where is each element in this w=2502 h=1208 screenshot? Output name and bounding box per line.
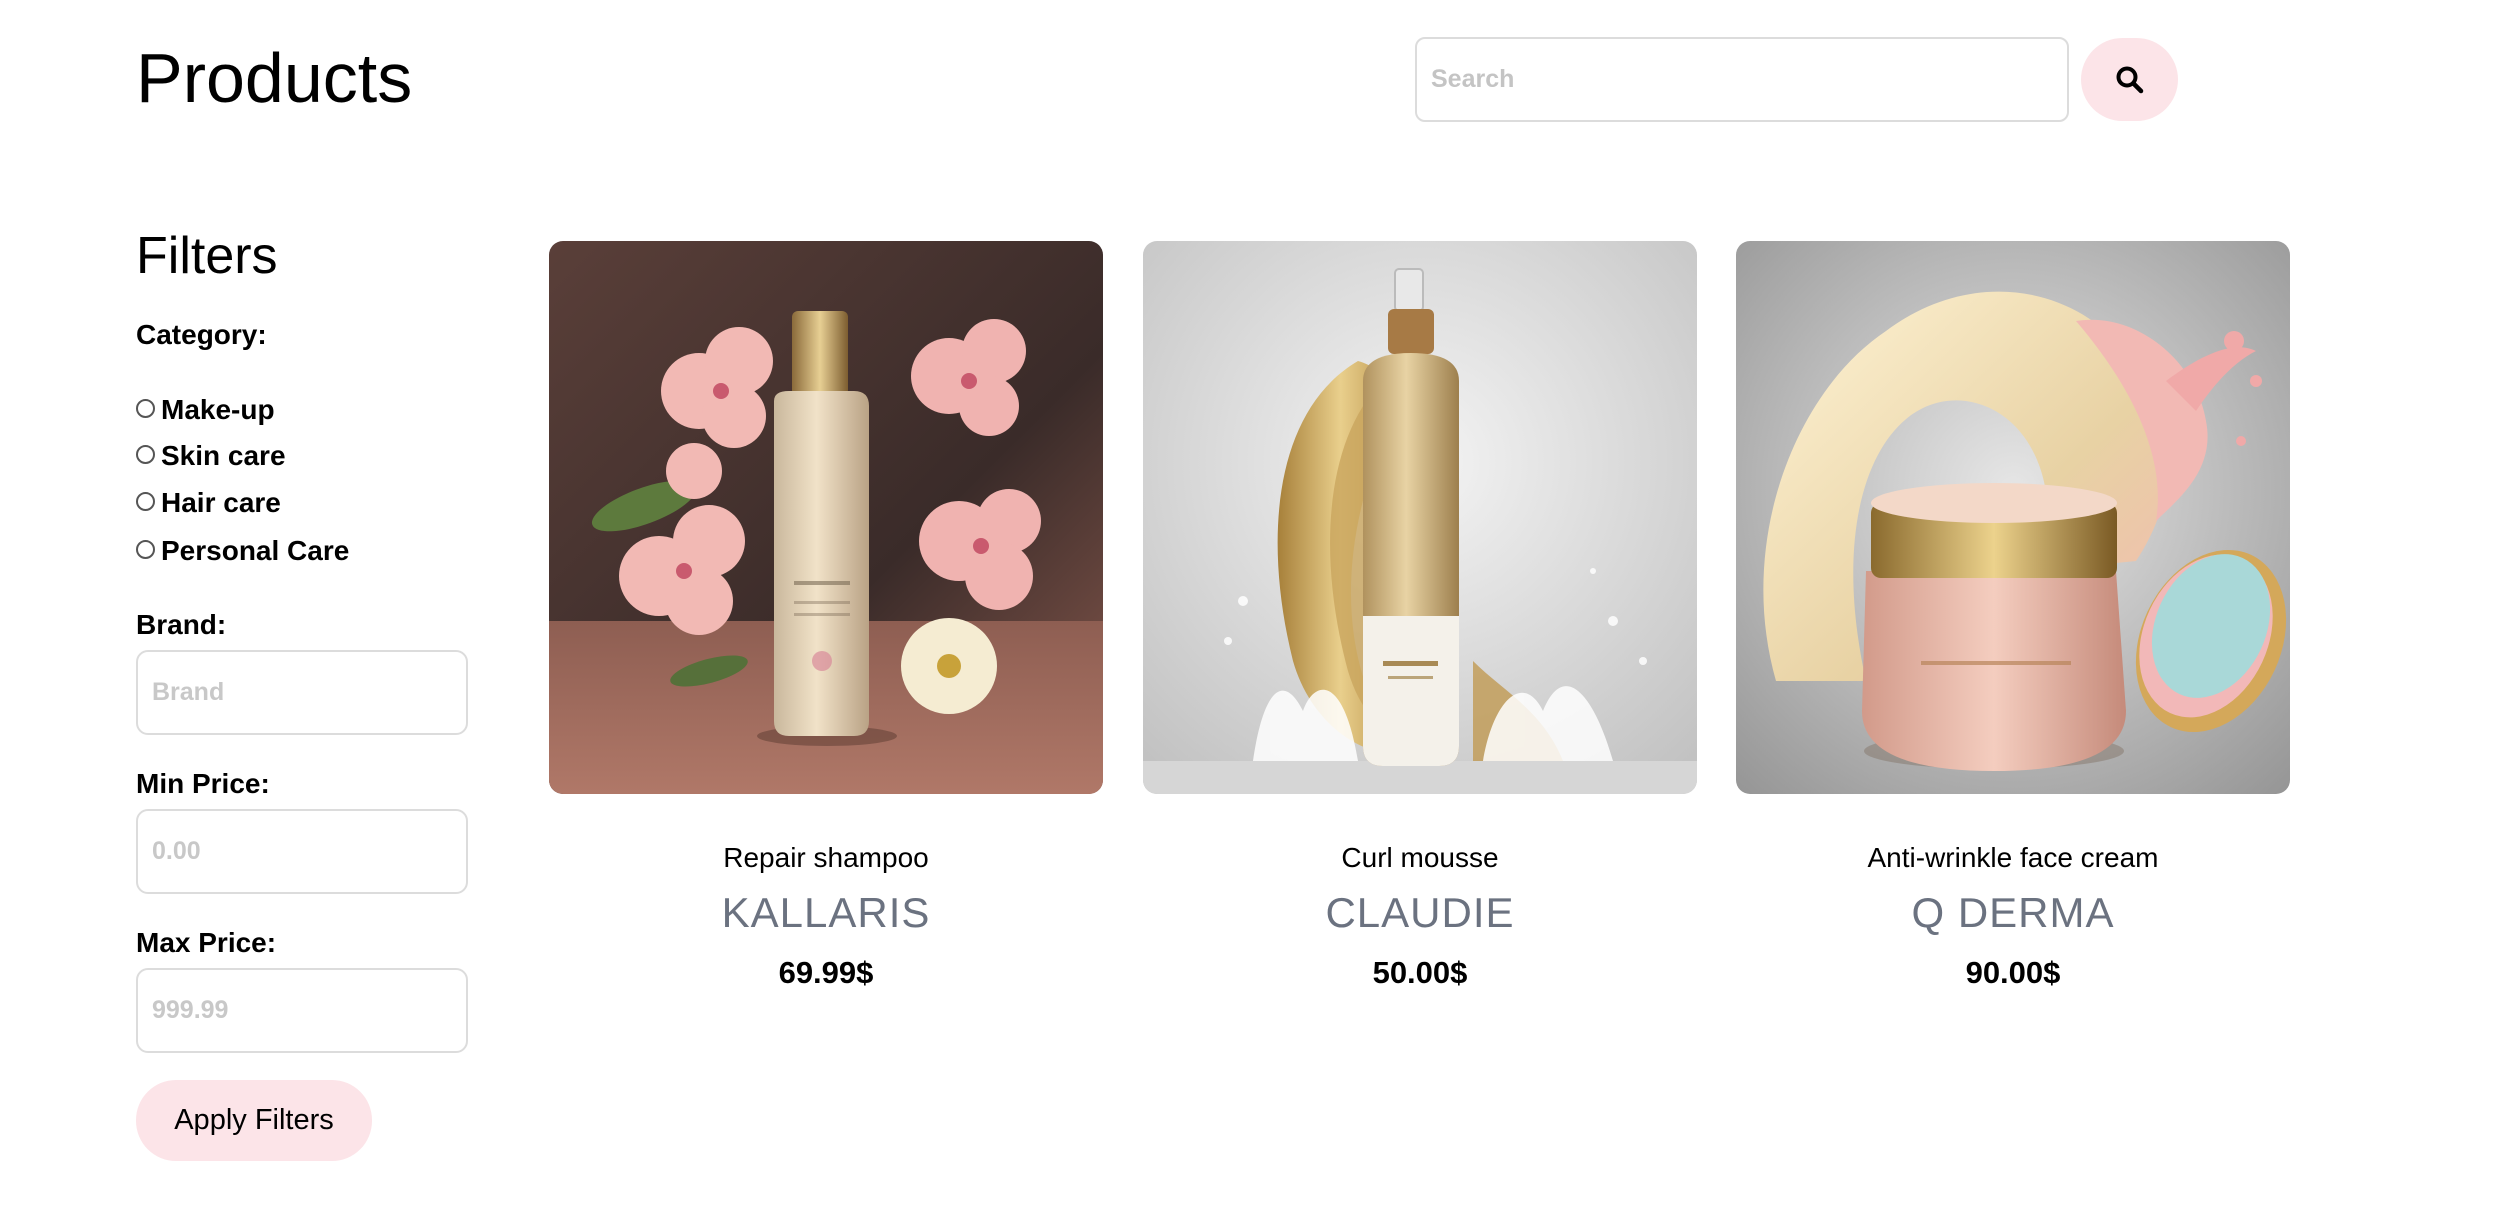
- brand-input[interactable]: [136, 650, 468, 735]
- product-brand: Q DERMA: [1911, 889, 2115, 936]
- category-option-hair-care[interactable]: Hair care: [136, 485, 281, 521]
- product-card[interactable]: Repair shampoo KALLARIS 69.99$: [549, 241, 1103, 990]
- search-input[interactable]: [1415, 37, 2069, 122]
- category-option-skin-care[interactable]: Skin care: [136, 438, 286, 474]
- product-image-face-cream[interactable]: [1736, 241, 2290, 794]
- radio-button[interactable]: [136, 491, 155, 511]
- radio-button[interactable]: [136, 539, 155, 559]
- apply-filters-button[interactable]: Apply Filters: [136, 1080, 372, 1161]
- category-option-label: Personal Care: [161, 535, 350, 566]
- filters-title: Filters: [136, 227, 278, 285]
- category-option-label: Hair care: [161, 487, 281, 518]
- category-option-label: Skin care: [161, 440, 286, 471]
- product-price: 69.99$: [778, 955, 874, 990]
- radio-button[interactable]: [136, 444, 155, 464]
- max-price-label: Max Price:: [136, 927, 277, 958]
- product-name: Repair shampoo: [723, 842, 929, 873]
- product-card[interactable]: Anti-wrinkle face cream Q DERMA 90.00$: [1736, 241, 2290, 990]
- product-brand: CLAUDIE: [1325, 889, 1515, 936]
- product-price: 50.00$: [1372, 955, 1468, 990]
- brand-label: Brand:: [136, 609, 227, 640]
- page-title: Products: [136, 39, 413, 117]
- category-label: Category:: [136, 319, 267, 350]
- min-price-label: Min Price:: [136, 768, 270, 799]
- product-brand: KALLARIS: [721, 889, 931, 936]
- product-name: Anti-wrinkle face cream: [1867, 842, 2159, 873]
- category-option-personal-care[interactable]: Personal Care: [136, 533, 349, 569]
- category-option-label: Make-up: [161, 394, 275, 425]
- product-price: 90.00$: [1965, 955, 2061, 990]
- product-image-shampoo[interactable]: [549, 241, 1103, 794]
- radio-button[interactable]: [136, 398, 155, 418]
- min-price-input[interactable]: [136, 809, 468, 894]
- category-option-make-up[interactable]: Make-up: [136, 392, 275, 428]
- product-card[interactable]: Curl mousse CLAUDIE 50.00$: [1143, 241, 1697, 990]
- product-image-mousse[interactable]: [1143, 241, 1697, 794]
- search-icon: [2116, 66, 2143, 93]
- search-button[interactable]: [2081, 38, 2178, 121]
- max-price-input[interactable]: [136, 968, 468, 1053]
- product-name: Curl mousse: [1341, 842, 1499, 873]
